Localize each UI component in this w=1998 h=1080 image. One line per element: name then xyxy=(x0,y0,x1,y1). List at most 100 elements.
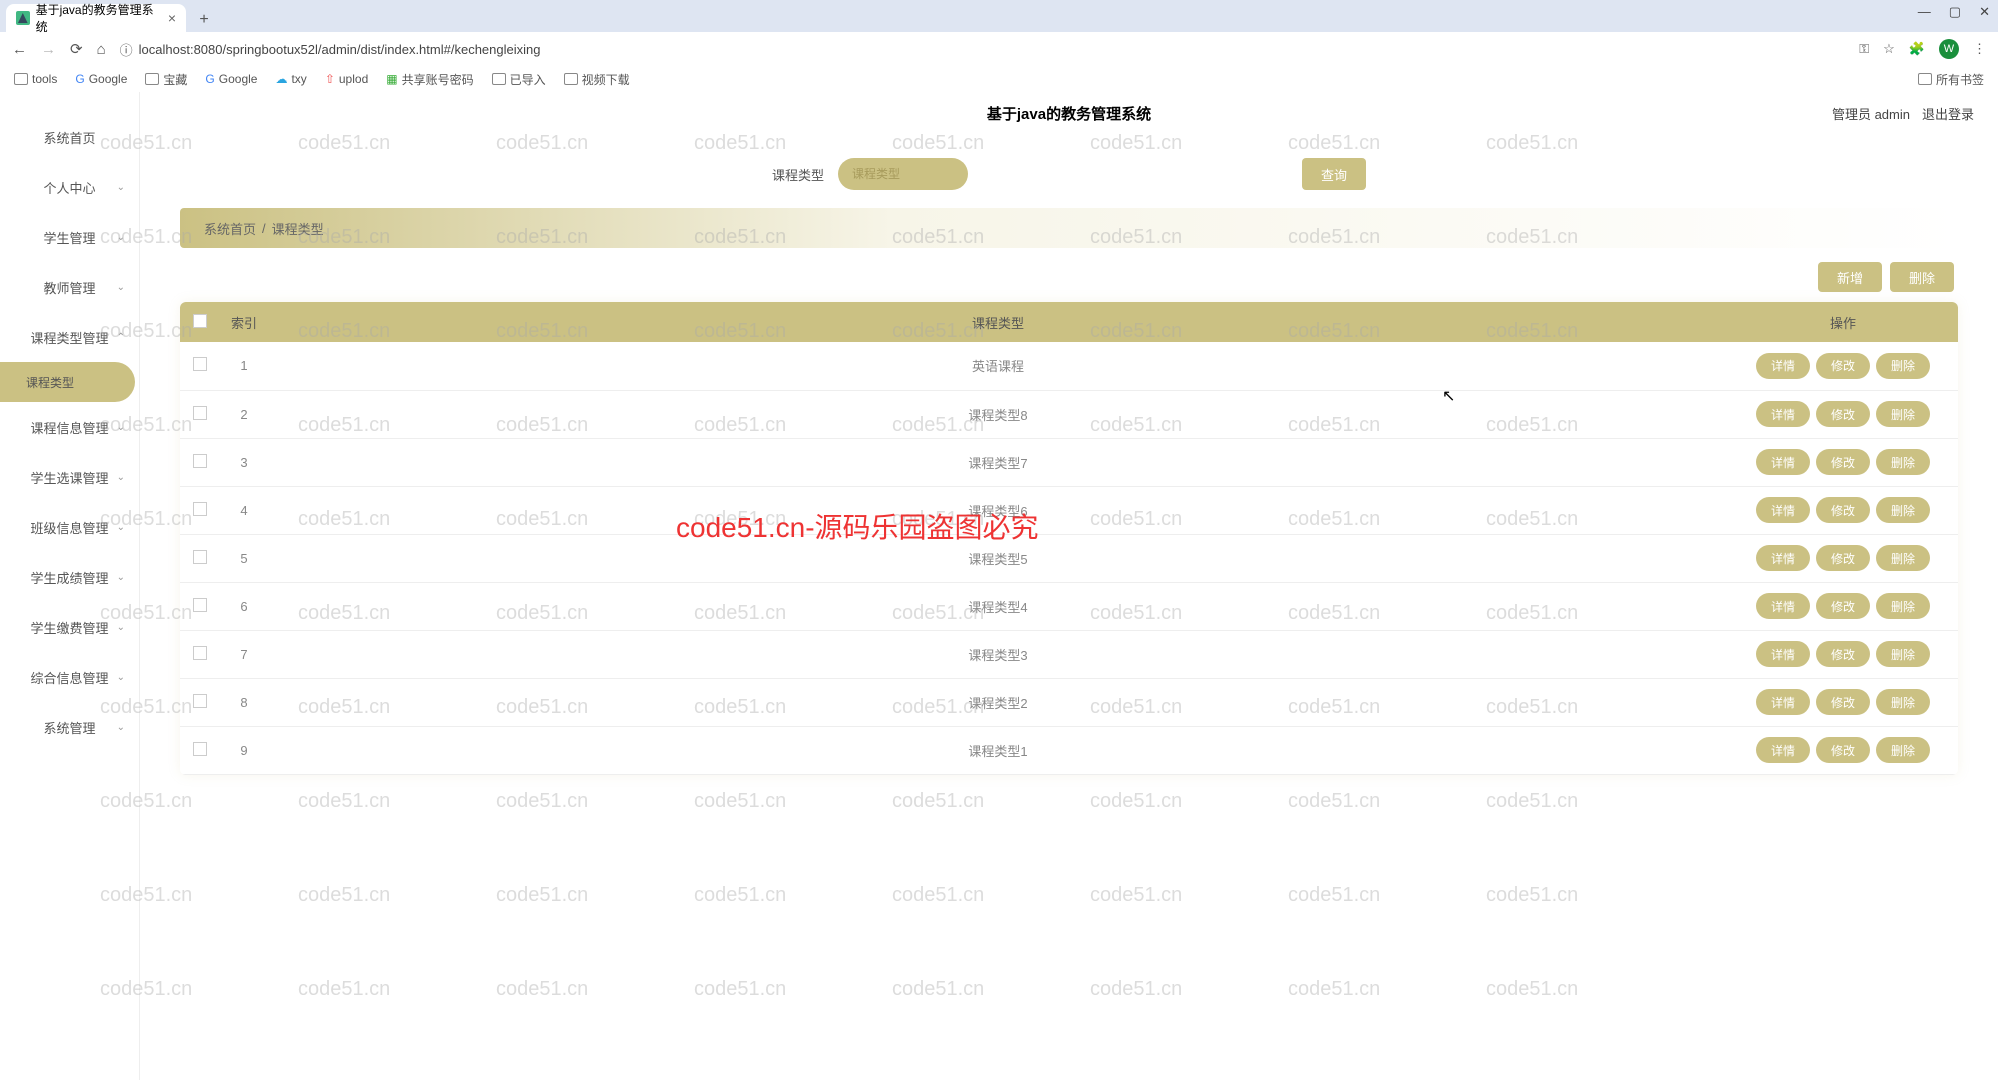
bookmark-item[interactable]: 宝藏 xyxy=(145,71,187,88)
edit-button[interactable]: 修改 xyxy=(1816,689,1870,715)
detail-button[interactable]: 详情 xyxy=(1756,401,1810,427)
cell-type: 课程类型4 xyxy=(268,582,1728,630)
detail-button[interactable]: 详情 xyxy=(1756,593,1810,619)
row-delete-button[interactable]: 删除 xyxy=(1876,353,1930,379)
add-button[interactable]: 新增 xyxy=(1818,262,1882,292)
edit-button[interactable]: 修改 xyxy=(1816,641,1870,667)
row-checkbox[interactable] xyxy=(193,694,207,708)
select-all-checkbox[interactable] xyxy=(193,314,207,328)
row-delete-button[interactable]: 删除 xyxy=(1876,737,1930,763)
sidebar-item[interactable]: 综合信息管理 xyxy=(0,652,139,702)
sidebar-item[interactable]: 系统管理 xyxy=(0,702,139,752)
browser-tab[interactable]: 基于java的教务管理系统 × xyxy=(6,4,186,32)
star-icon[interactable]: ☆ xyxy=(1883,41,1895,57)
row-checkbox[interactable] xyxy=(193,598,207,612)
edit-button[interactable]: 修改 xyxy=(1816,545,1870,571)
row-delete-button[interactable]: 删除 xyxy=(1876,689,1930,715)
query-button[interactable]: 查询 xyxy=(1302,158,1366,190)
sidebar-item[interactable]: 课程信息管理 xyxy=(0,402,139,452)
back-icon[interactable]: ← xyxy=(12,41,27,58)
sidebar-item[interactable]: 学生缴费管理 xyxy=(0,602,139,652)
row-delete-button[interactable]: 删除 xyxy=(1876,593,1930,619)
detail-button[interactable]: 详情 xyxy=(1756,353,1810,379)
tab-title: 基于java的教务管理系统 xyxy=(36,1,162,35)
cell-type: 课程类型1 xyxy=(268,726,1728,774)
sidebar-subitem[interactable]: 课程类型 xyxy=(0,362,135,402)
all-bookmarks-button[interactable]: 所有书签 xyxy=(1918,71,1984,88)
row-checkbox[interactable] xyxy=(193,454,207,468)
bookmark-item[interactable]: tools xyxy=(14,72,57,86)
detail-button[interactable]: 详情 xyxy=(1756,737,1810,763)
sidebar-item[interactable]: 课程类型管理 xyxy=(0,312,139,362)
sidebar-item[interactable]: 学生成绩管理 xyxy=(0,552,139,602)
logout-link[interactable]: 退出登录 xyxy=(1922,104,1974,123)
bookmark-item[interactable]: ▦共享账号密码 xyxy=(386,71,473,88)
table-row: 9课程类型1详情修改删除 xyxy=(180,726,1958,774)
edit-button[interactable]: 修改 xyxy=(1816,353,1870,379)
site-info-icon[interactable]: ⓘ xyxy=(120,40,133,59)
edit-button[interactable]: 修改 xyxy=(1816,449,1870,475)
row-checkbox[interactable] xyxy=(193,646,207,660)
sidebar-item[interactable]: 个人中心 xyxy=(0,162,139,212)
bookmark-item[interactable]: ☁txy xyxy=(275,72,306,86)
edit-button[interactable]: 修改 xyxy=(1816,497,1870,523)
detail-button[interactable]: 详情 xyxy=(1756,689,1810,715)
sidebar-item[interactable]: 系统首页 xyxy=(0,112,139,162)
minimize-icon[interactable]: — xyxy=(1918,4,1931,20)
sidebar-item[interactable]: 教师管理 xyxy=(0,262,139,312)
cell-index: 1 xyxy=(220,342,268,390)
row-checkbox[interactable] xyxy=(193,406,207,420)
breadcrumb-home[interactable]: 系统首页 xyxy=(204,219,256,238)
row-delete-button[interactable]: 删除 xyxy=(1876,545,1930,571)
table-row: 3课程类型7 详情修改删除 xyxy=(180,438,1958,486)
cell-index: 6 xyxy=(220,582,268,630)
detail-button[interactable]: 详情 xyxy=(1756,497,1810,523)
extension-icon[interactable]: 🧩 xyxy=(1909,41,1925,57)
cell-type: 课程类型5 xyxy=(268,534,1728,582)
edit-button[interactable]: 修改 xyxy=(1816,737,1870,763)
key-icon[interactable]: ⚿ xyxy=(1859,41,1869,57)
filter-label: 课程类型 xyxy=(772,165,824,184)
maximize-icon[interactable]: ▢ xyxy=(1949,4,1961,20)
row-checkbox[interactable] xyxy=(193,742,207,756)
detail-button[interactable]: 详情 xyxy=(1756,641,1810,667)
home-icon[interactable]: ⌂ xyxy=(97,41,106,58)
menu-icon[interactable]: ⋮ xyxy=(1973,41,1986,57)
course-type-input[interactable] xyxy=(838,158,968,190)
cell-type: 课程类型6 xyxy=(268,486,1728,534)
bookmark-item[interactable]: 已导入 xyxy=(492,71,546,88)
cell-index: 3 xyxy=(220,438,268,486)
sidebar-item[interactable]: 班级信息管理 xyxy=(0,502,139,552)
row-checkbox[interactable] xyxy=(193,550,207,564)
table-row: 4课程类型6详情修改删除 xyxy=(180,486,1958,534)
new-tab-button[interactable]: + xyxy=(192,8,216,32)
row-delete-button[interactable]: 删除 xyxy=(1876,449,1930,475)
edit-button[interactable]: 修改 xyxy=(1816,593,1870,619)
tab-close-icon[interactable]: × xyxy=(168,10,176,26)
cell-index: 7 xyxy=(220,630,268,678)
row-delete-button[interactable]: 删除 xyxy=(1876,497,1930,523)
reload-icon[interactable]: ⟳ xyxy=(70,40,83,58)
bookmark-item[interactable]: ⇧uplod xyxy=(325,72,368,86)
detail-button[interactable]: 详情 xyxy=(1756,545,1810,571)
bookmark-item[interactable]: GGoogle xyxy=(75,72,127,86)
user-role-label: 管理员 admin xyxy=(1832,104,1910,123)
profile-avatar[interactable]: W xyxy=(1939,39,1959,59)
cell-type: 课程类型8 xyxy=(268,390,1728,438)
delete-button[interactable]: 删除 xyxy=(1890,262,1954,292)
cell-type: 课程类型7 xyxy=(268,438,1728,486)
row-checkbox[interactable] xyxy=(193,357,207,371)
detail-button[interactable]: 详情 xyxy=(1756,449,1810,475)
row-delete-button[interactable]: 删除 xyxy=(1876,641,1930,667)
row-delete-button[interactable]: 删除 xyxy=(1876,401,1930,427)
sidebar-item[interactable]: 学生管理 xyxy=(0,212,139,262)
sidebar-item[interactable]: 学生选课管理 xyxy=(0,452,139,502)
forward-icon[interactable]: → xyxy=(41,41,56,58)
edit-button[interactable]: 修改 xyxy=(1816,401,1870,427)
close-window-icon[interactable]: ✕ xyxy=(1979,4,1990,20)
breadcrumb: 系统首页 / 课程类型 xyxy=(180,208,1958,248)
bookmark-item[interactable]: GGoogle xyxy=(205,72,257,86)
url-text[interactable]: localhost:8080/springbootux52l/admin/dis… xyxy=(139,42,541,57)
bookmark-item[interactable]: 视频下载 xyxy=(564,71,630,88)
row-checkbox[interactable] xyxy=(193,502,207,516)
